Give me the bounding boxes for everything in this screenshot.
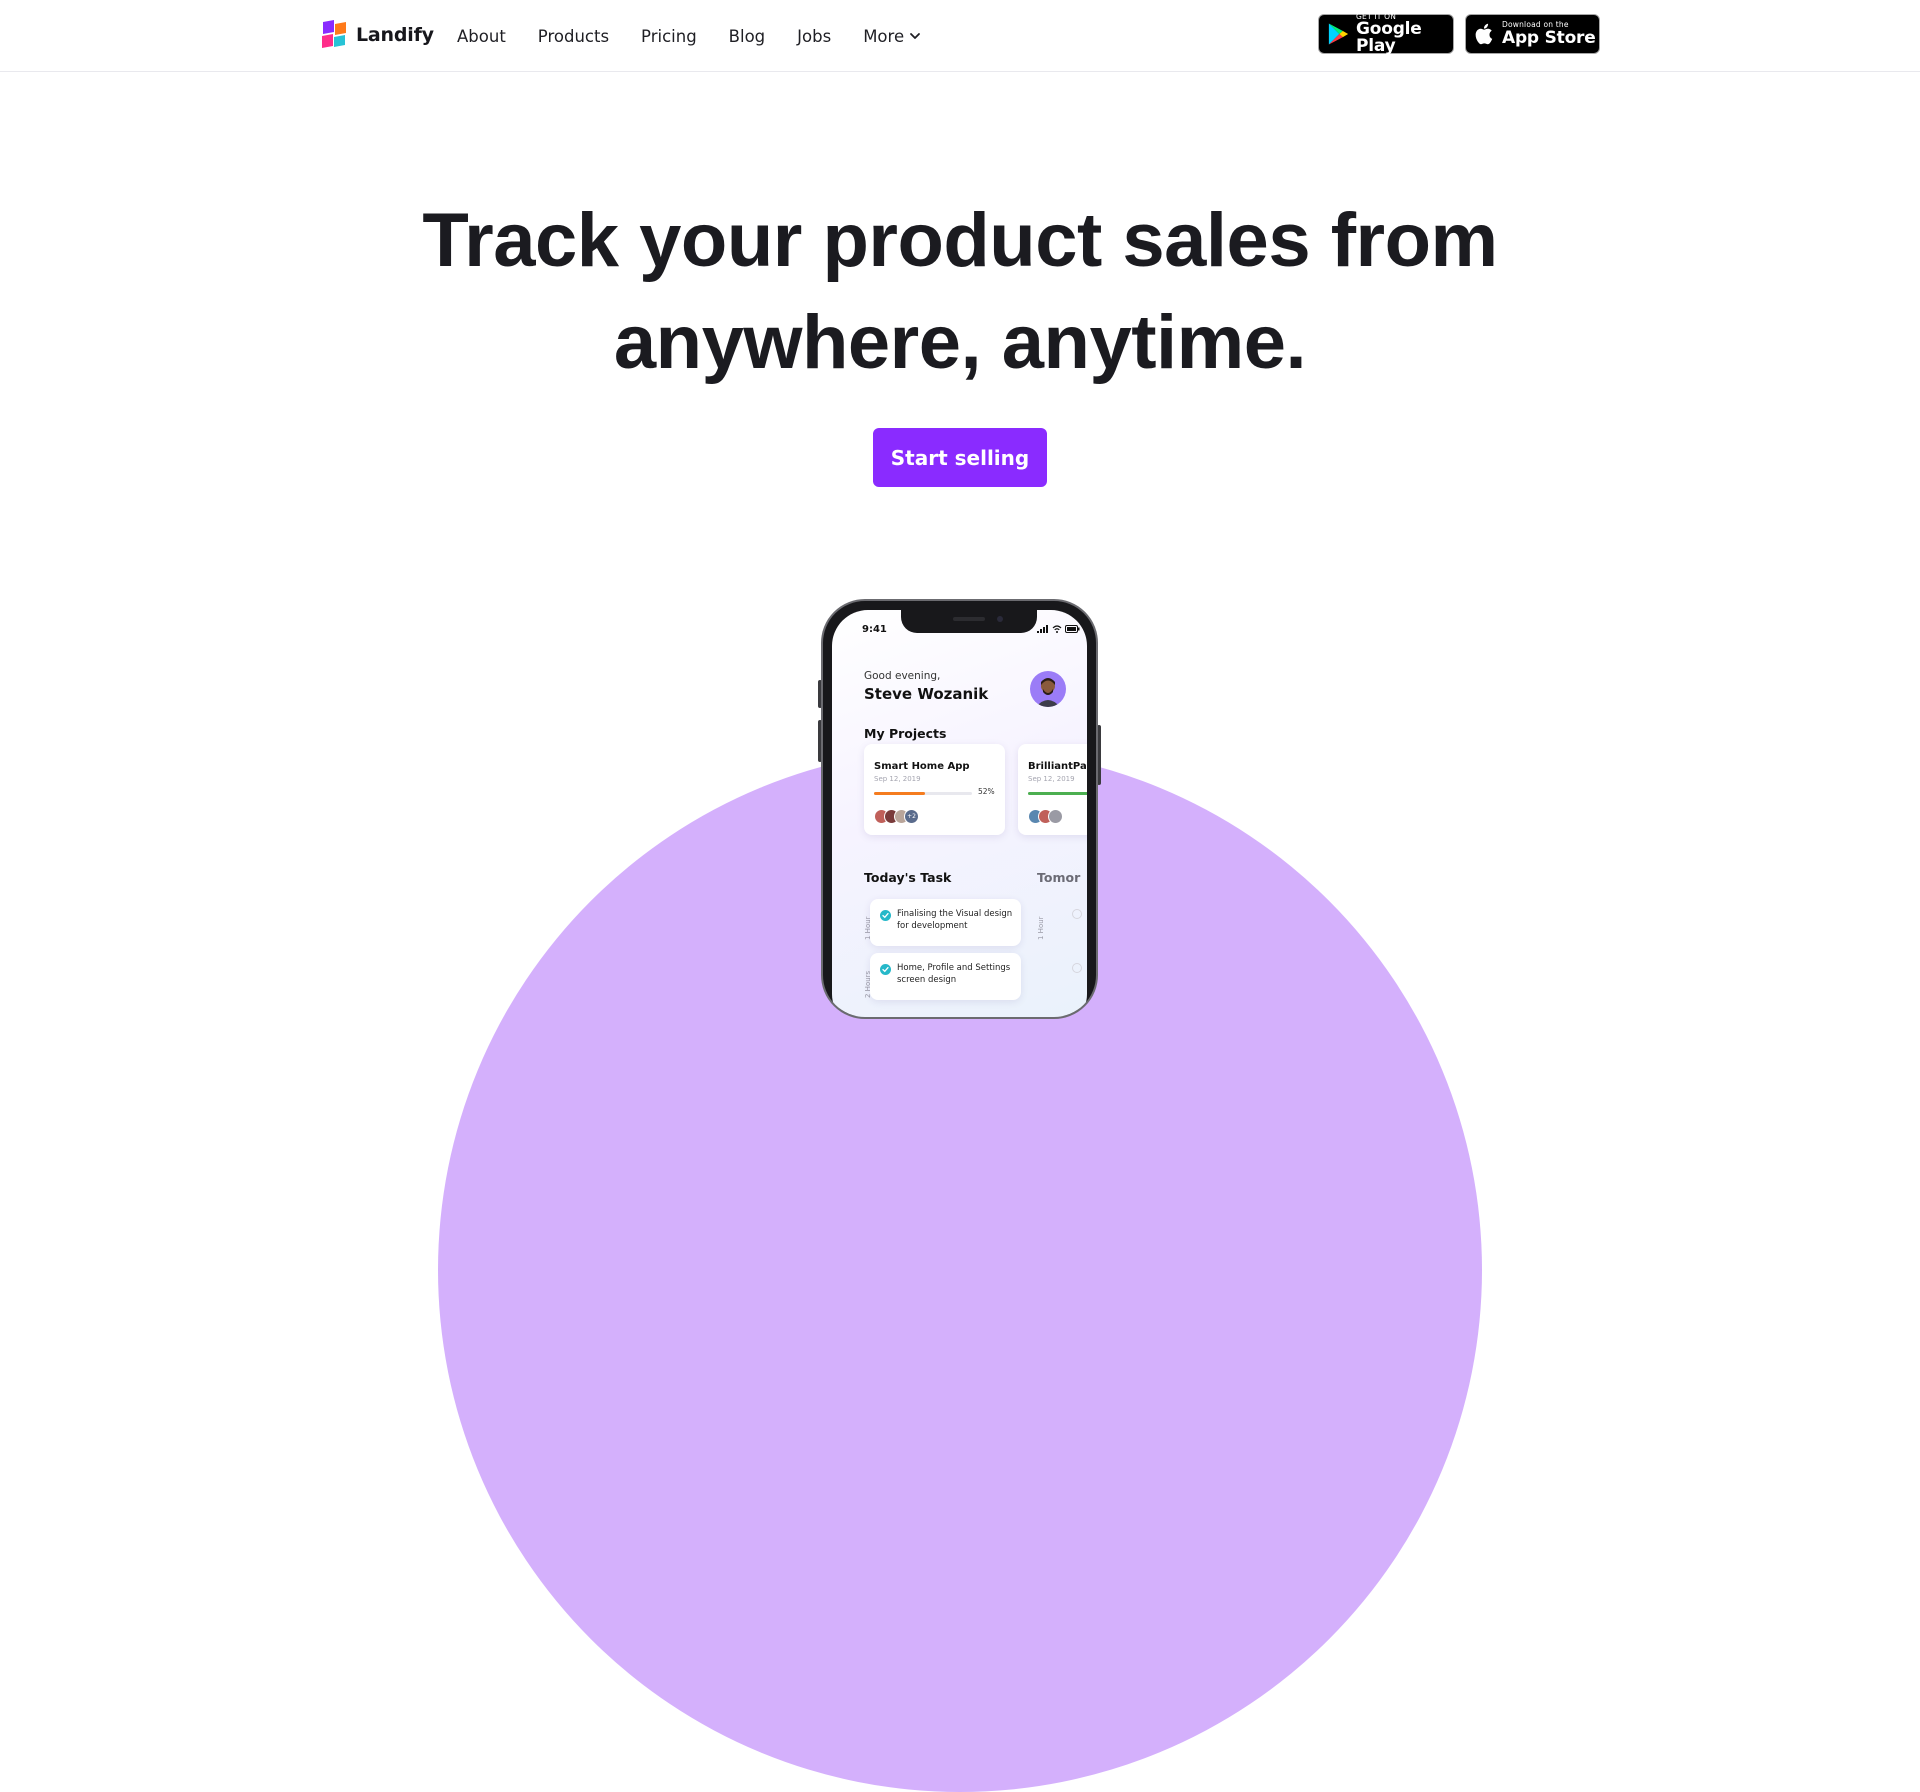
phone-screen: 9:41 Good evening, Steve Wozanik My Proj… [832, 610, 1087, 1017]
phone-notch [901, 610, 1037, 633]
google-play-icon [1328, 23, 1349, 45]
status-icons [1037, 625, 1080, 633]
status-time: 9:41 [862, 624, 887, 635]
app-store-button[interactable]: Download on the App Store [1465, 14, 1600, 54]
project-members: +2 [874, 809, 919, 824]
task-text: Finalising the Visual design for develop… [897, 909, 1013, 931]
app-store-label: App Store [1502, 27, 1596, 48]
google-play-label: Google Play [1356, 19, 1422, 57]
nav-item-pricing[interactable]: Pricing [641, 27, 697, 46]
hero-heading: Track your product sales from anywhere, … [360, 190, 1560, 394]
project-progress-fill [1028, 792, 1087, 795]
project-members [1028, 809, 1063, 824]
phone-mockup: 9:41 Good evening, Steve Wozanik My Proj… [821, 599, 1098, 1019]
project-progress-fill [874, 792, 925, 795]
phone-speaker [953, 617, 985, 621]
hero-heading-line-1: Track your product sales from [422, 198, 1498, 283]
hero-heading-line-2: anywhere, anytime. [613, 300, 1307, 385]
user-avatar[interactable] [1030, 671, 1066, 707]
signal-icon [1037, 625, 1048, 633]
task-card[interactable]: Home, Profile and Settings screen design [870, 953, 1021, 1000]
project-name: BrilliantPad A [1028, 761, 1087, 772]
person-avatar-icon [1036, 678, 1060, 707]
brand-name: Landify [356, 24, 434, 46]
task-checked-icon[interactable] [880, 910, 891, 921]
member-avatar [1048, 809, 1063, 824]
google-play-button[interactable]: GET IT ON Google Play [1318, 13, 1454, 57]
project-percent: 52% [978, 787, 995, 796]
project-card[interactable]: Smart Home App Sep 12, 2019 52% +2 [864, 744, 1005, 835]
greeting-text: Good evening, [864, 670, 941, 682]
main-nav: About Products Pricing Blog Jobs More [457, 22, 953, 50]
tomorrow-title: Tomor [1037, 870, 1081, 885]
checkmark-icon [882, 966, 889, 973]
my-projects-title: My Projects [864, 726, 947, 741]
todays-task-title: Today's Task [864, 870, 952, 885]
task-unchecked-icon[interactable] [1072, 909, 1082, 919]
landify-logo-icon [322, 20, 346, 48]
project-card[interactable]: BrilliantPad A Sep 12, 2019 [1018, 744, 1087, 835]
checkmark-icon [882, 912, 889, 919]
wifi-icon [1052, 625, 1062, 633]
nav-item-about[interactable]: About [457, 27, 506, 46]
user-name: Steve Wozanik [864, 685, 989, 703]
site-header: Landify About Products Pricing Blog Jobs… [0, 0, 1920, 72]
project-date: Sep 12, 2019 [874, 775, 921, 783]
nav-item-more[interactable]: More [863, 27, 921, 46]
task-text: Home, Profile and Settings screen design [897, 963, 1011, 985]
nav-more-label: More [863, 26, 905, 46]
start-selling-button[interactable]: Start selling [873, 428, 1047, 487]
project-progress-track [1028, 792, 1087, 795]
project-progress-track [874, 792, 972, 795]
task-unchecked-icon[interactable] [1072, 963, 1082, 973]
nav-item-jobs[interactable]: Jobs [797, 27, 831, 46]
project-name: Smart Home App [874, 761, 970, 772]
task-checked-icon[interactable] [880, 964, 891, 975]
phone-camera [997, 616, 1003, 622]
hour-label: 1 Hour [1037, 916, 1045, 940]
more-members-badge: +2 [904, 809, 919, 824]
nav-item-blog[interactable]: Blog [729, 27, 765, 46]
battery-icon [1065, 625, 1080, 633]
apple-icon [1475, 23, 1493, 45]
brand-logo[interactable]: Landify [320, 18, 434, 52]
chevron-down-icon [910, 33, 920, 39]
task-card[interactable]: Finalising the Visual design for develop… [870, 899, 1021, 946]
nav-item-products[interactable]: Products [538, 27, 609, 46]
project-date: Sep 12, 2019 [1028, 775, 1075, 783]
